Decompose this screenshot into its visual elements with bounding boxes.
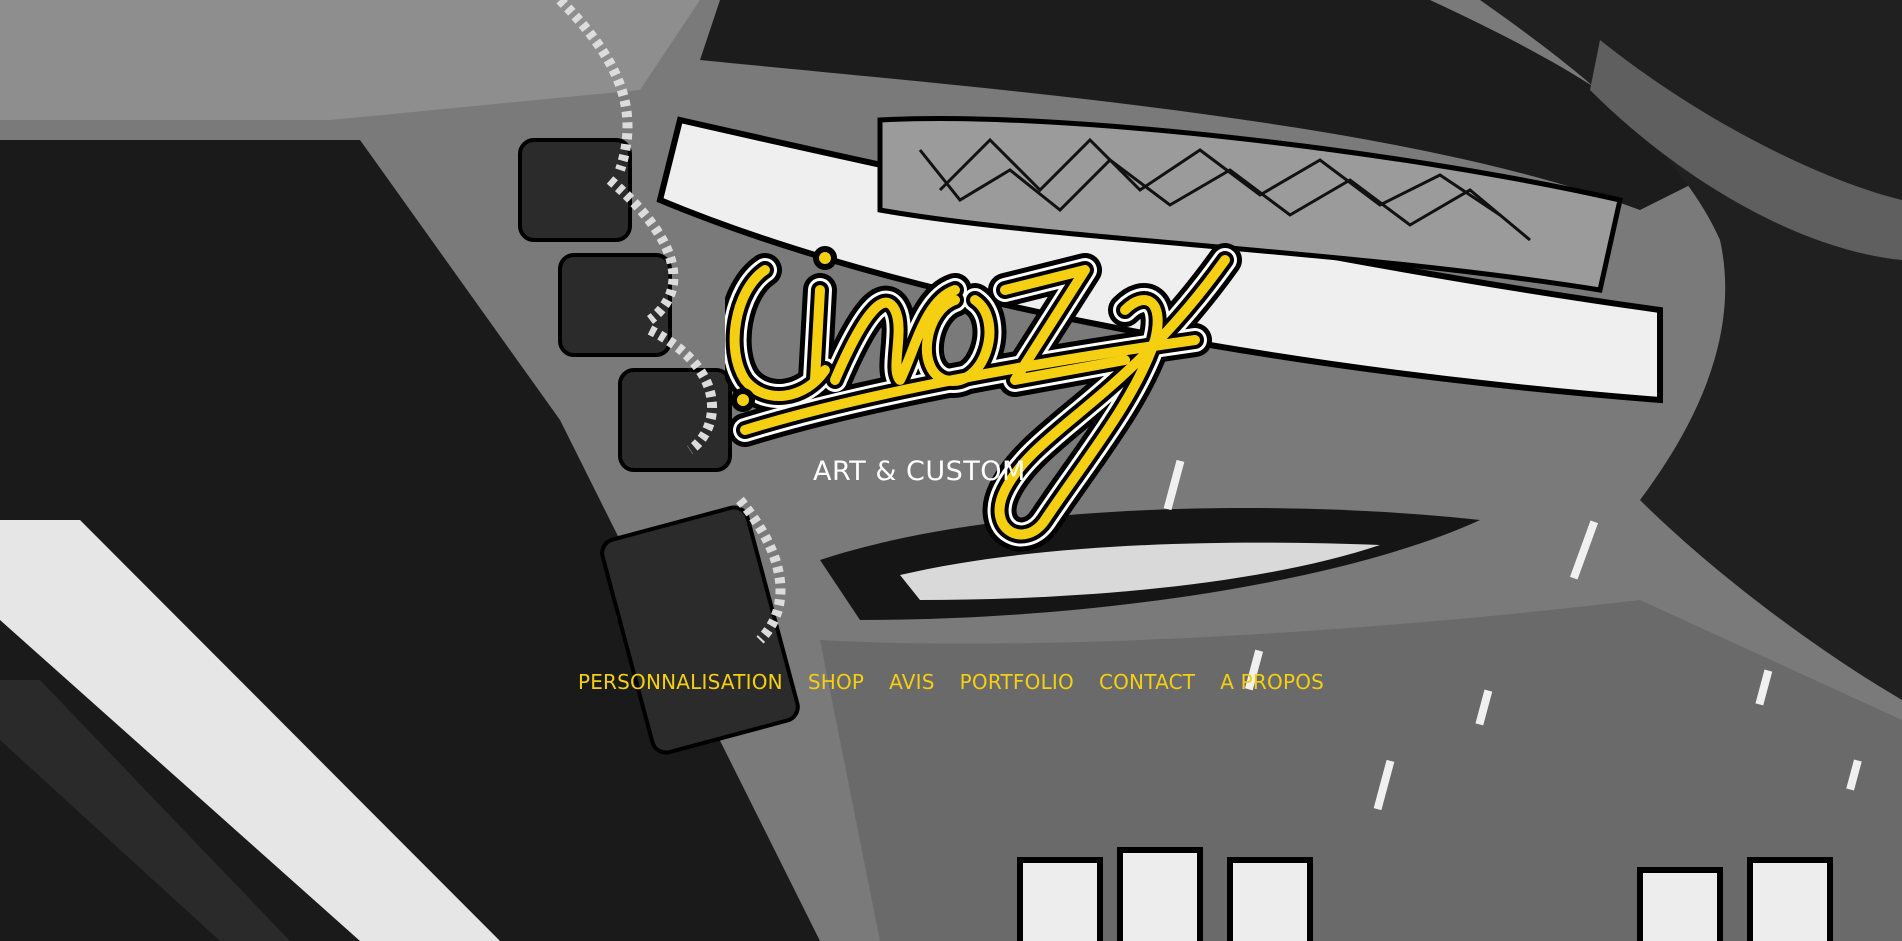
nav-item-portfolio[interactable]: PORTFOLIO: [960, 670, 1074, 694]
nav-item-personnalisation[interactable]: PERSONNALISATION: [578, 670, 783, 694]
logo-tagline: ART & CUSTOM: [813, 456, 1026, 487]
nav-item-shop[interactable]: SHOP: [808, 670, 864, 694]
main-navigation: PERSONNALISATION SHOP AVIS PORTFOLIO CON…: [0, 670, 1902, 694]
cinoz-logo-icon: [725, 243, 1242, 552]
hero-section: ART & CUSTOM PERSONNALISATION SHOP AVIS …: [0, 0, 1902, 941]
nav-item-a-propos[interactable]: A PROPOS: [1220, 670, 1324, 694]
brand-logo[interactable]: ART & CUSTOM: [725, 230, 1265, 560]
nav-item-avis[interactable]: AVIS: [889, 670, 934, 694]
nav-item-contact[interactable]: CONTACT: [1099, 670, 1195, 694]
